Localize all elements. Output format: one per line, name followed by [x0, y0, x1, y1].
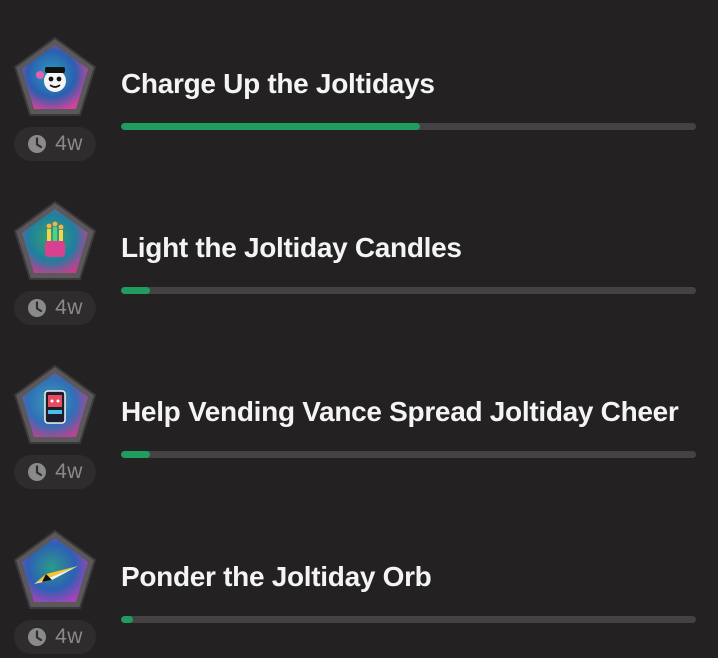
progress-track: [121, 616, 696, 623]
time-remaining-label: 4w: [55, 132, 83, 155]
progress-track: [121, 451, 696, 458]
time-remaining-label: 4w: [55, 625, 83, 648]
quest-badge-icon: [12, 35, 98, 121]
quest-card-2[interactable]: 4w Light the Joltiday Candles: [0, 164, 718, 328]
time-remaining-pill: 4w: [14, 620, 96, 654]
time-remaining-pill: 4w: [14, 291, 96, 325]
quest-badge-icon: [12, 528, 98, 614]
quest-card-4[interactable]: 4w Ponder the Joltiday Orb: [0, 493, 718, 657]
quest-title: Light the Joltiday Candles: [121, 232, 462, 263]
progress-track: [121, 123, 696, 130]
time-remaining-pill: 4w: [14, 455, 96, 489]
clock-icon: [28, 299, 47, 317]
time-remaining-pill: 4w: [14, 127, 96, 161]
progress-fill: [121, 451, 150, 458]
quest-badge-icon: [12, 199, 98, 285]
quest-title: Help Vending Vance Spread Joltiday Cheer: [121, 396, 679, 427]
quest-title: Ponder the Joltiday Orb: [121, 561, 432, 592]
progress-track: [121, 287, 696, 294]
progress-fill: [121, 287, 150, 294]
clock-icon: [28, 135, 47, 153]
quest-card-1[interactable]: 4w Charge Up the Joltidays: [0, 0, 718, 164]
progress-fill: [121, 123, 420, 130]
quest-badge-icon: [12, 363, 98, 449]
time-remaining-label: 4w: [55, 460, 83, 483]
quest-card-3[interactable]: 4w Help Vending Vance Spread Joltiday Ch…: [0, 328, 718, 492]
quest-title: Charge Up the Joltidays: [121, 68, 435, 99]
progress-fill: [121, 616, 133, 623]
clock-icon: [28, 628, 47, 646]
clock-icon: [28, 463, 47, 481]
time-remaining-label: 4w: [55, 296, 83, 319]
